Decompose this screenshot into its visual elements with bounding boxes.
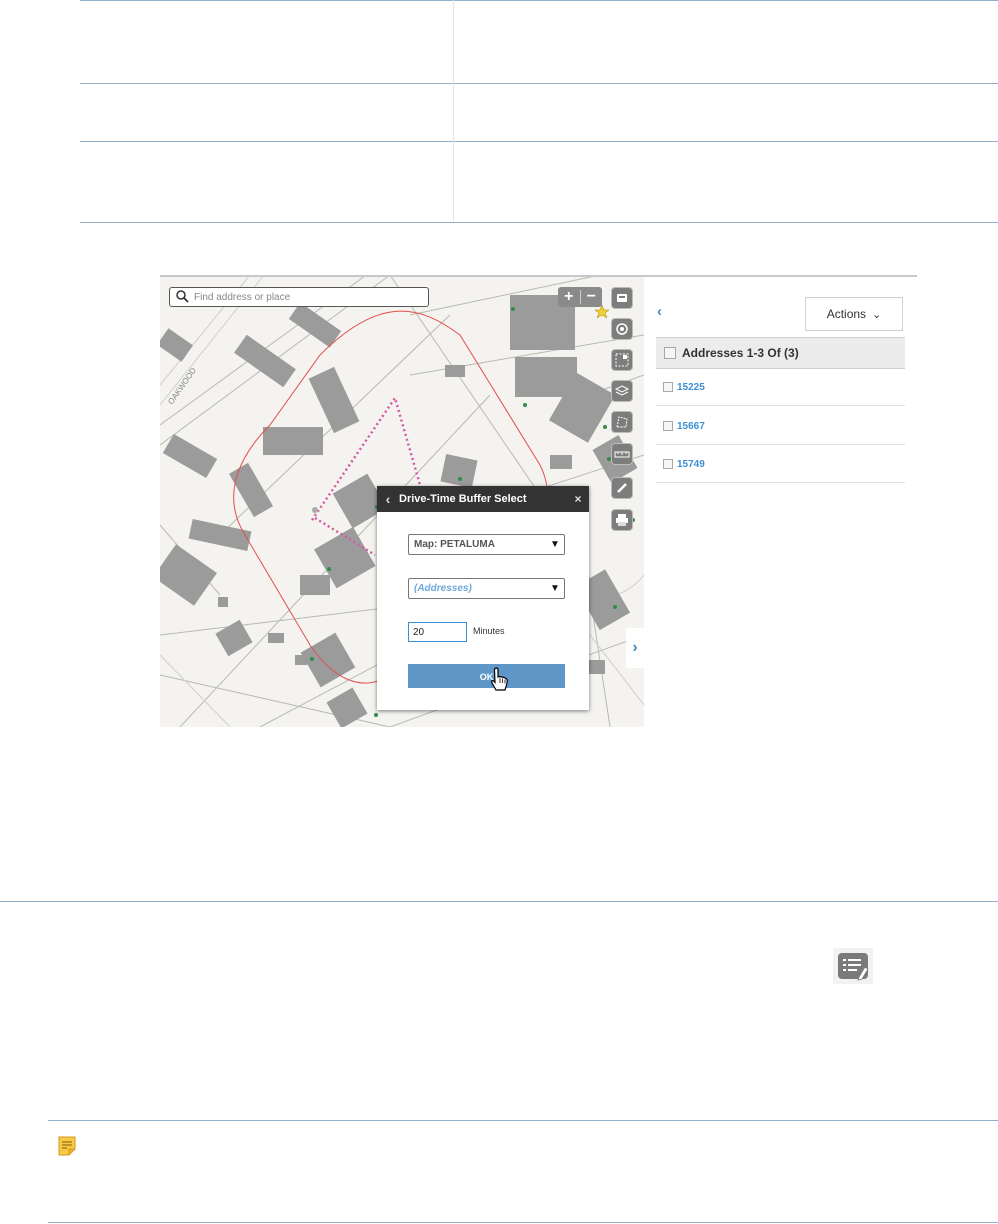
rule-3 <box>80 141 998 142</box>
results-header: Addresses 1-3 Of (3) <box>656 337 905 369</box>
print-button[interactable] <box>611 509 633 531</box>
dialog-back-button[interactable]: ‹ <box>377 491 399 507</box>
drive-time-dialog: ‹ Drive-Time Buffer Select × Map: PETALU… <box>377 486 589 710</box>
layer-select-value: (Addresses) <box>414 583 472 594</box>
locate-button[interactable] <box>611 318 633 340</box>
dialog-title: Drive-Time Buffer Select <box>399 493 527 505</box>
draw-polygon-icon <box>616 416 628 428</box>
screenshot-top-border <box>160 275 917 277</box>
result-row: 15225 <box>656 369 905 406</box>
table-divider <box>453 0 454 222</box>
rule-2 <box>80 83 998 84</box>
basemap-button[interactable] <box>611 287 633 309</box>
edit-icon <box>617 483 627 493</box>
result-row: 15667 <box>656 408 905 445</box>
chevron-down-icon: ▼ <box>550 539 560 550</box>
rule-4 <box>80 222 998 223</box>
basemap-icon <box>617 294 627 302</box>
expand-panel-button[interactable]: › <box>626 628 644 668</box>
result-link[interactable]: 15749 <box>677 459 705 470</box>
panel-back-button[interactable]: ‹ <box>657 303 662 320</box>
result-link[interactable]: 15225 <box>677 382 705 393</box>
note-rule-bottom <box>48 1222 998 1223</box>
result-checkbox[interactable] <box>663 421 673 431</box>
app-screenshot: OAKWOOD + − <box>160 275 917 727</box>
measure-icon <box>614 451 630 458</box>
list-edit-icon <box>833 948 873 984</box>
note-icon <box>58 1136 76 1156</box>
section-rule <box>0 901 998 902</box>
ok-button[interactable]: OK <box>408 664 565 688</box>
minutes-label: Minutes <box>473 626 505 636</box>
search-icon <box>176 290 189 303</box>
results-panel: ‹ Actions ⌄ Addresses 1-3 Of (3) 15225 1… <box>644 275 917 727</box>
result-checkbox[interactable] <box>663 459 673 469</box>
result-link[interactable]: 15667 <box>677 421 705 432</box>
zoom-in-button[interactable]: + <box>558 287 580 307</box>
select-button[interactable] <box>611 349 633 371</box>
result-checkbox[interactable] <box>663 382 673 392</box>
actions-dropdown[interactable]: Actions ⌄ <box>805 297 903 331</box>
locate-icon <box>616 323 628 335</box>
result-row: 15749 <box>656 446 905 483</box>
top-rule <box>80 0 998 1</box>
chevron-down-icon: ▼ <box>550 583 560 594</box>
zoom-out-button[interactable]: − <box>581 287 603 307</box>
results-header-label: Addresses 1-3 Of (3) <box>682 346 799 360</box>
zoom-control: + − <box>558 287 602 307</box>
select-icon <box>615 353 629 367</box>
search-box[interactable] <box>169 287 429 307</box>
layer-select[interactable]: (Addresses) ▼ <box>408 578 565 599</box>
dialog-close-button[interactable]: × <box>567 492 589 506</box>
map-select-value: Map: PETALUMA <box>414 539 495 550</box>
note-rule-top <box>48 1120 998 1121</box>
print-icon <box>616 514 628 526</box>
select-all-checkbox[interactable] <box>664 347 676 359</box>
map-view[interactable]: OAKWOOD + − <box>160 275 644 727</box>
layers-button[interactable] <box>611 380 633 402</box>
measure-button[interactable] <box>611 443 633 465</box>
search-input[interactable] <box>192 291 416 303</box>
edit-button[interactable] <box>611 477 633 499</box>
draw-polygon-button[interactable] <box>611 411 633 433</box>
map-select[interactable]: Map: PETALUMA ▼ <box>408 534 565 555</box>
chevron-down-icon: ⌄ <box>872 308 882 321</box>
actions-label: Actions <box>826 307 867 321</box>
minutes-input[interactable] <box>408 622 467 642</box>
hand-cursor-icon <box>491 667 508 691</box>
dialog-header: ‹ Drive-Time Buffer Select × <box>377 486 589 512</box>
layers-icon <box>614 385 630 396</box>
